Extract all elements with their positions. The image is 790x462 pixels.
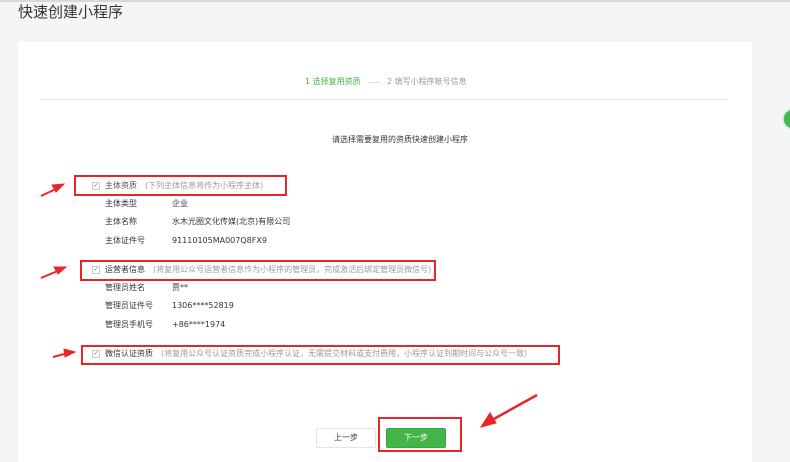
arrow-icon xyxy=(40,183,66,197)
annotation-arrows xyxy=(40,183,538,428)
arrow-icon xyxy=(40,266,68,279)
arrow-icon xyxy=(52,348,77,358)
arrow-icon xyxy=(479,393,538,428)
